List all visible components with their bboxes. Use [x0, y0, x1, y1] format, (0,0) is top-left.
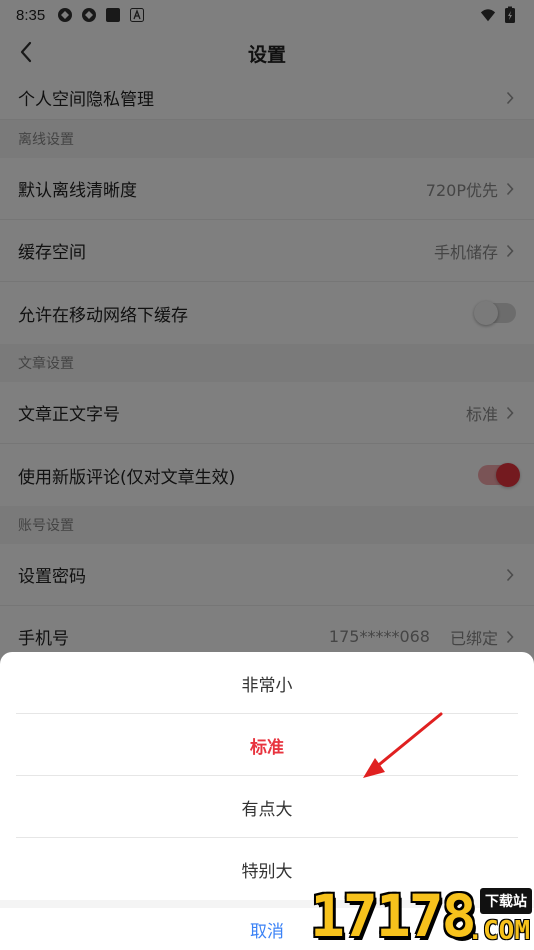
watermark-tag: 下载站 [480, 888, 532, 914]
cancel-label: 取消 [250, 921, 284, 942]
watermark-suffix: .COM [467, 916, 530, 946]
option-label: 非常小 [241, 675, 293, 696]
option-label-selected: 标准 [250, 737, 284, 758]
option-extra-small[interactable]: 非常小 [0, 652, 534, 714]
watermark-digits: 17178 [310, 882, 477, 950]
option-label: 有点大 [241, 799, 293, 820]
annotation-arrow-icon [363, 712, 443, 778]
site-watermark: 17178 下载站 .COM [306, 880, 534, 950]
option-label: 特别大 [241, 861, 293, 882]
